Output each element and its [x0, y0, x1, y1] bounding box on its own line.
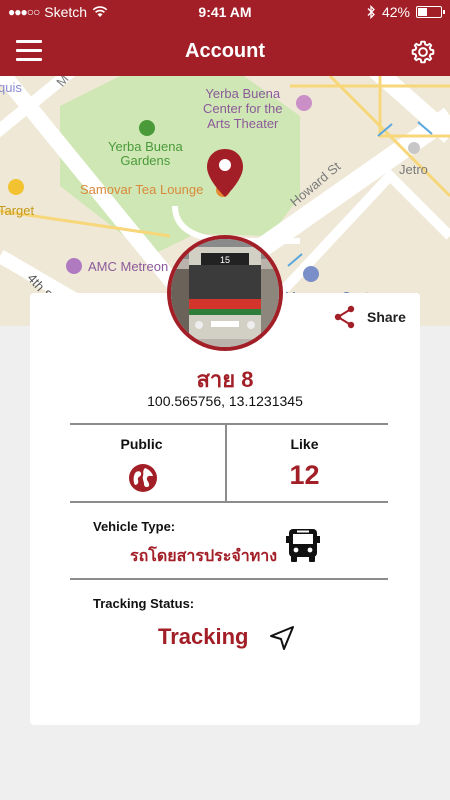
account-card [30, 293, 420, 725]
status-bar: ●●●○○ Sketch 9:41 AM 42% [0, 0, 450, 24]
tracking-status-value: Tracking [158, 624, 249, 649]
share-label: Share [367, 309, 406, 325]
avatar[interactable]: 15 [167, 235, 283, 351]
tracking-status-label: Tracking Status: [93, 596, 195, 611]
top-bar: ●●●○○ Sketch 9:41 AM 42% Account [0, 0, 450, 76]
battery-level [418, 8, 427, 16]
map-label-jetro: Jetro [399, 162, 428, 177]
divider [70, 578, 388, 580]
route-name: สาย 8 [196, 367, 254, 392]
map-label-samovar: Samovar Tea Lounge [80, 182, 204, 197]
bus-photo: 15 [171, 239, 279, 347]
page-title: Account [185, 40, 265, 62]
settings-button[interactable] [410, 39, 436, 65]
share-button[interactable]: Share [333, 305, 406, 329]
map-label-yerba-center: Yerba Buena Center for the Arts Theater [203, 86, 283, 131]
battery-icon [416, 6, 445, 18]
location-pin-icon [207, 149, 243, 197]
battery-percent: 42% [381, 4, 410, 20]
vehicle-type-label: Vehicle Type: [93, 519, 176, 534]
navigation-arrow-icon[interactable] [268, 624, 296, 652]
map-label-quis: quis [0, 80, 22, 95]
like-count[interactable]: 12 [227, 460, 382, 491]
bluetooth-icon [367, 5, 375, 19]
public-label: Public [120, 436, 163, 452]
map-label-target: Target [0, 203, 35, 218]
bus-route-sign: 15 [220, 255, 230, 265]
divider [70, 501, 388, 503]
share-icon [334, 305, 355, 329]
like-label: Like [290, 436, 319, 452]
bus-icon [286, 529, 320, 562]
coordinates: 100.565756, 13.1231345 [147, 393, 303, 409]
divider [70, 423, 388, 425]
globe-icon[interactable] [128, 463, 158, 493]
map-label-gardens: Yerba Buena Gardens [108, 139, 183, 168]
map-label-amc: AMC Metreon [88, 259, 169, 274]
gear-icon [411, 40, 435, 64]
vehicle-type-value: รถโดยสารประจำทาง [130, 548, 278, 565]
